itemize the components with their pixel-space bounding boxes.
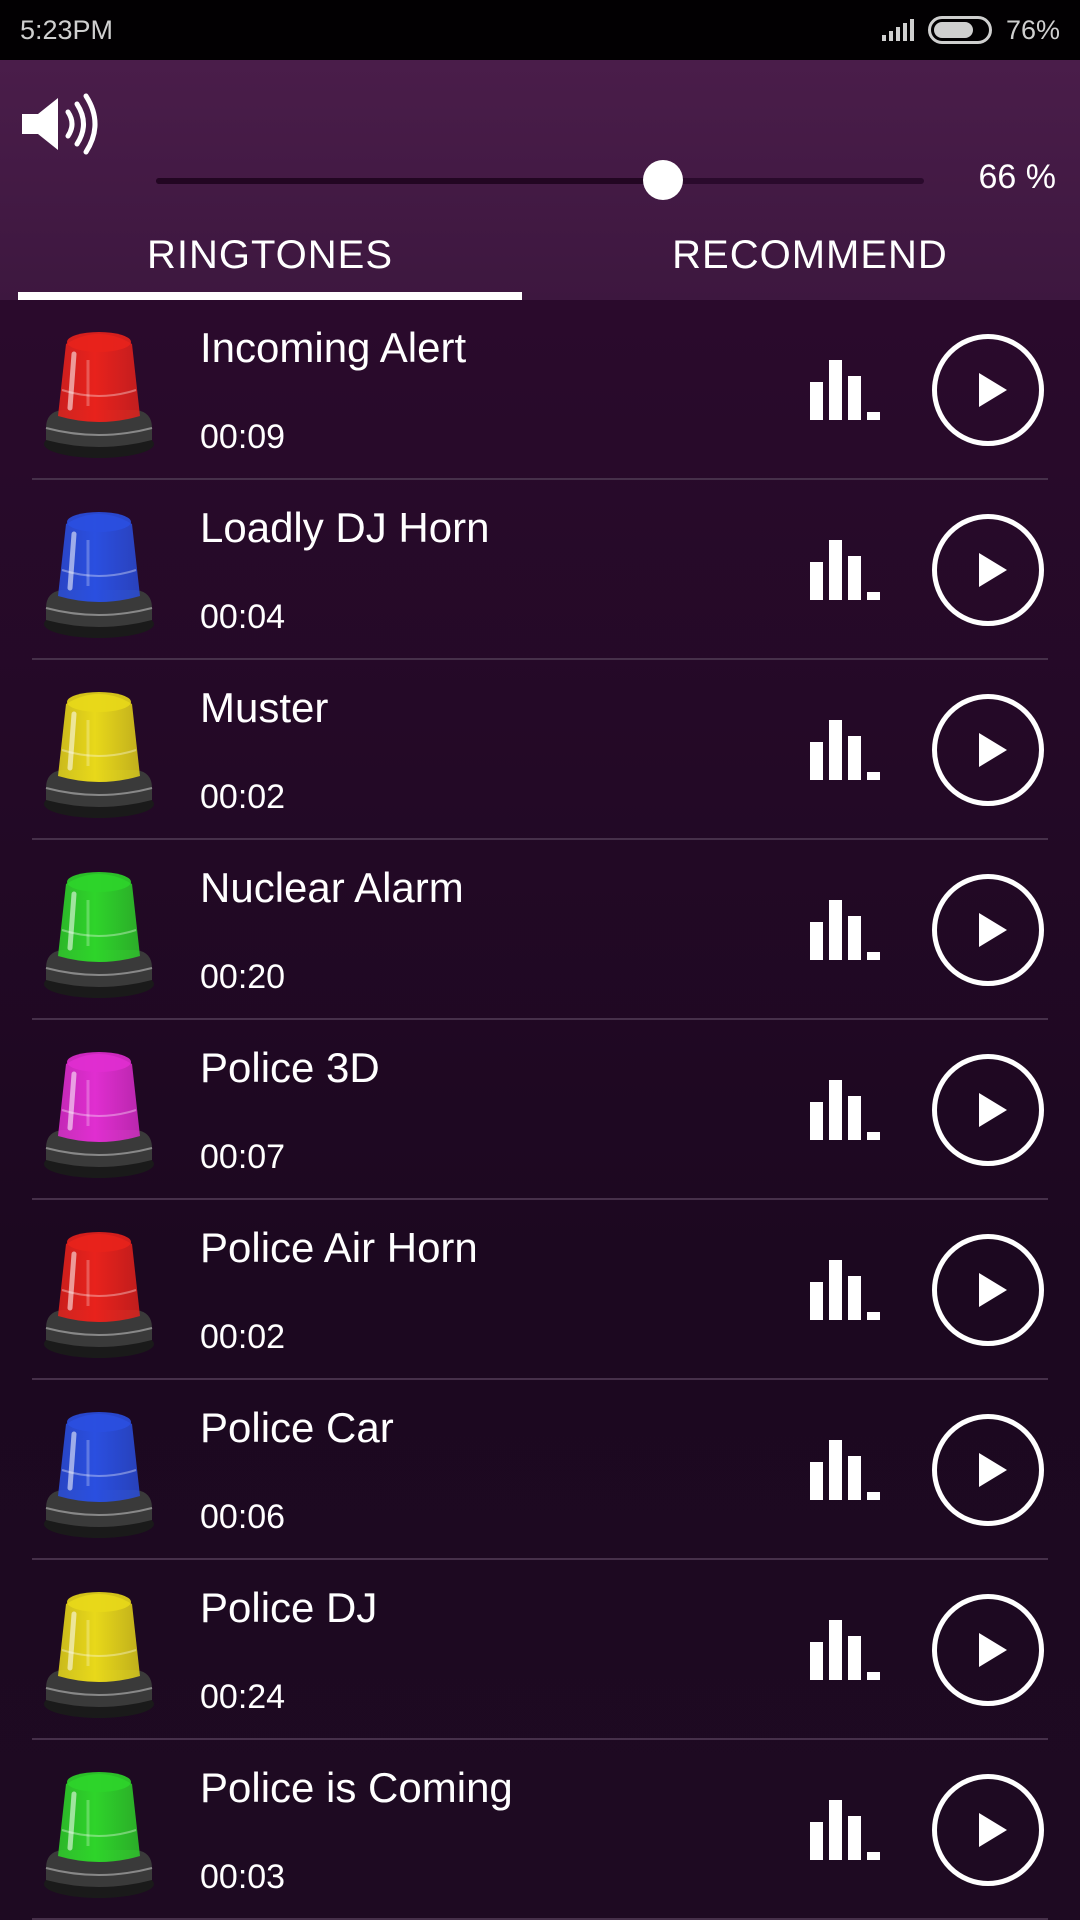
play-button[interactable] bbox=[932, 1414, 1044, 1526]
siren-light-icon bbox=[44, 1412, 154, 1538]
tab-bar: RINGTONES RECOMMEND bbox=[0, 210, 1080, 300]
siren-light-icon bbox=[44, 1592, 154, 1718]
ringtone-duration: 00:06 bbox=[200, 1498, 286, 1536]
play-button[interactable] bbox=[932, 1054, 1044, 1166]
equalizer-icon[interactable] bbox=[810, 900, 884, 960]
volume-percent: 66 % bbox=[978, 158, 1057, 196]
status-bar: 5:23PM 76% bbox=[0, 0, 1080, 60]
play-icon bbox=[979, 1453, 1007, 1487]
play-icon bbox=[979, 553, 1007, 587]
ringtone-title: Police Air Horn bbox=[200, 1224, 478, 1271]
tab-recommend[interactable]: RECOMMEND bbox=[540, 210, 1080, 300]
play-button[interactable] bbox=[932, 1774, 1044, 1886]
ringtone-duration: 00:24 bbox=[200, 1678, 286, 1716]
play-button[interactable] bbox=[932, 874, 1044, 986]
siren-light-icon bbox=[44, 332, 154, 458]
ringtone-duration: 00:02 bbox=[200, 1318, 286, 1356]
equalizer-icon[interactable] bbox=[810, 1260, 884, 1320]
ringtone-list: Incoming Alert 00:09 Loadly DJ Horn 00:0… bbox=[0, 300, 1080, 1920]
play-button[interactable] bbox=[932, 334, 1044, 446]
play-icon bbox=[979, 1093, 1007, 1127]
ringtone-row[interactable]: Police Car 00:06 bbox=[32, 1380, 1048, 1560]
play-icon bbox=[979, 1633, 1007, 1667]
play-icon bbox=[979, 913, 1007, 947]
ringtone-row[interactable]: Police Air Horn 00:02 bbox=[32, 1200, 1048, 1380]
ringtone-row[interactable]: Loadly DJ Horn 00:04 bbox=[32, 480, 1048, 660]
ringtone-duration: 00:20 bbox=[200, 958, 286, 996]
play-button[interactable] bbox=[932, 514, 1044, 626]
equalizer-icon[interactable] bbox=[810, 720, 884, 780]
volume-slider-thumb[interactable] bbox=[642, 160, 683, 200]
equalizer-icon[interactable] bbox=[810, 1080, 884, 1140]
ringtone-title: Police is Coming bbox=[200, 1764, 513, 1811]
ringtone-duration: 00:02 bbox=[200, 778, 286, 816]
ringtone-row[interactable]: Police 3D 00:07 bbox=[32, 1020, 1048, 1200]
app-header: 66 % RINGTONES RECOMMEND bbox=[0, 60, 1080, 300]
speaker-volume-icon[interactable] bbox=[20, 92, 104, 156]
equalizer-icon[interactable] bbox=[810, 1800, 884, 1860]
ringtone-row[interactable]: Police is Coming 00:03 bbox=[32, 1740, 1048, 1920]
play-button[interactable] bbox=[932, 694, 1044, 806]
battery-percent: 76% bbox=[1005, 14, 1060, 45]
ringtone-row[interactable]: Muster 00:02 bbox=[32, 660, 1048, 840]
siren-light-icon bbox=[44, 1052, 154, 1178]
ringtone-duration: 00:04 bbox=[200, 598, 286, 636]
volume-slider-fill bbox=[156, 178, 663, 184]
equalizer-icon[interactable] bbox=[810, 1620, 884, 1680]
ringtone-title: Police 3D bbox=[200, 1044, 380, 1091]
tab-recommend-label: RECOMMEND bbox=[672, 232, 948, 277]
ringtone-duration: 00:03 bbox=[200, 1858, 286, 1896]
ringtone-title: Loadly DJ Horn bbox=[200, 504, 490, 551]
battery-level bbox=[933, 22, 974, 38]
ringtone-row[interactable]: Nuclear Alarm 00:20 bbox=[32, 840, 1048, 1020]
siren-light-icon bbox=[44, 1232, 154, 1358]
ringtone-row[interactable]: Incoming Alert 00:09 bbox=[32, 300, 1048, 480]
ringtone-title: Police DJ bbox=[200, 1584, 378, 1631]
siren-light-icon bbox=[44, 512, 154, 638]
signal-icon bbox=[881, 19, 914, 41]
tab-ringtones-label: RINGTONES bbox=[146, 232, 394, 277]
volume-control: 66 % bbox=[0, 60, 1080, 200]
ringtone-duration: 00:07 bbox=[200, 1138, 286, 1176]
equalizer-icon[interactable] bbox=[810, 540, 884, 600]
siren-light-icon bbox=[44, 872, 154, 998]
ringtone-title: Muster bbox=[200, 684, 329, 731]
play-icon bbox=[979, 1813, 1007, 1847]
volume-slider[interactable] bbox=[156, 160, 924, 200]
equalizer-icon[interactable] bbox=[810, 360, 884, 420]
play-icon bbox=[979, 1273, 1007, 1307]
tab-ringtones[interactable]: RINGTONES bbox=[0, 210, 540, 300]
ringtone-duration: 00:09 bbox=[200, 418, 286, 456]
ringtone-row[interactable]: Police DJ 00:24 bbox=[32, 1560, 1048, 1740]
status-time: 5:23PM bbox=[20, 14, 114, 45]
play-button[interactable] bbox=[932, 1234, 1044, 1346]
siren-light-icon bbox=[44, 692, 154, 818]
equalizer-icon[interactable] bbox=[810, 1440, 884, 1500]
ringtone-title: Nuclear Alarm bbox=[200, 864, 464, 911]
status-indicators: 76% bbox=[881, 14, 1060, 46]
play-icon bbox=[979, 373, 1007, 407]
battery-icon bbox=[927, 16, 992, 44]
ringtone-title: Police Car bbox=[200, 1404, 394, 1451]
ringtone-title: Incoming Alert bbox=[200, 324, 467, 371]
play-icon bbox=[979, 733, 1007, 767]
siren-light-icon bbox=[44, 1772, 154, 1898]
play-button[interactable] bbox=[932, 1594, 1044, 1706]
